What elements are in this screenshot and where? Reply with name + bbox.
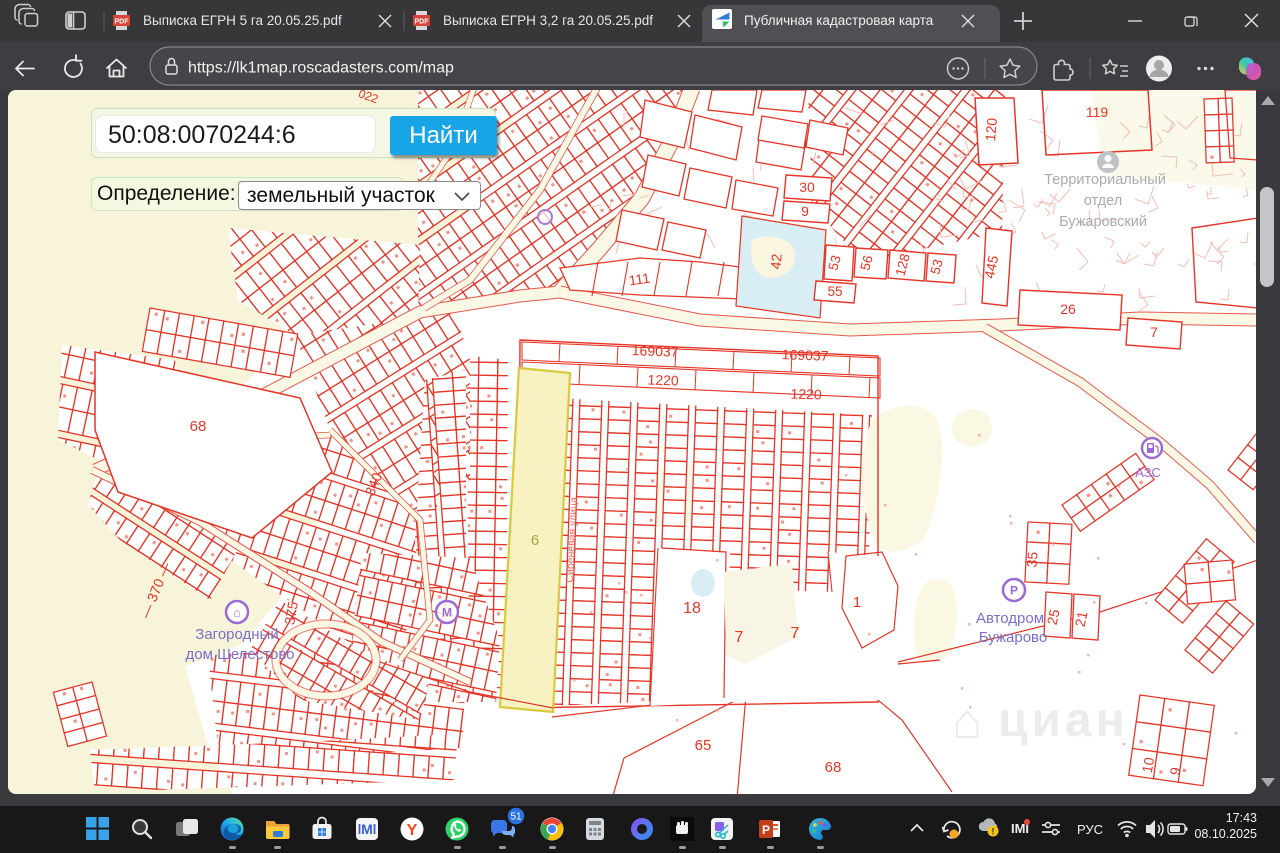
svg-text:10: 10 — [1139, 756, 1157, 774]
svg-text:РУС: РУС — [1077, 822, 1103, 837]
svg-text:P: P — [762, 823, 770, 837]
svg-text:АЗС: АЗС — [1135, 465, 1161, 480]
svg-text:35: 35 — [1023, 551, 1040, 568]
svg-text:⌂: ⌂ — [233, 606, 240, 620]
svg-text:7: 7 — [735, 629, 744, 646]
svg-text:111: 111 — [628, 270, 652, 289]
svg-text:68: 68 — [190, 418, 207, 435]
svg-text:Бужаровский: Бужаровский — [1059, 214, 1147, 230]
svg-text:!: ! — [992, 827, 995, 837]
svg-text:120: 120 — [982, 117, 1000, 142]
svg-text:18: 18 — [683, 600, 701, 617]
svg-text:9: 9 — [801, 203, 809, 219]
svg-text:https://lk1map.roscadasters.co: https://lk1map.roscadasters.com/map — [188, 60, 454, 77]
svg-text:08.10.2025: 08.10.2025 — [1194, 827, 1257, 841]
svg-text:7: 7 — [1150, 324, 1158, 340]
svg-text:циан: циан — [998, 694, 1129, 747]
svg-text:дом Шелестово: дом Шелестово — [186, 646, 295, 663]
svg-text:42: 42 — [767, 253, 784, 270]
svg-text:Загородный: Загородный — [195, 626, 278, 643]
svg-text:PDF: PDF — [415, 19, 430, 26]
svg-text:Публичная кадастровая карта: Публичная кадастровая карта — [744, 13, 934, 28]
svg-text:1220: 1220 — [790, 385, 822, 402]
svg-text:PDF: PDF — [115, 19, 130, 26]
svg-text:M: M — [361, 821, 373, 837]
svg-text:169037: 169037 — [782, 346, 829, 364]
svg-text:55: 55 — [827, 284, 842, 299]
svg-text:1220: 1220 — [647, 371, 679, 388]
svg-text:отдел: отдел — [1084, 193, 1122, 209]
svg-text:17:43: 17:43 — [1226, 811, 1257, 825]
svg-text:Автодром: Автодром — [976, 610, 1044, 627]
svg-text:68: 68 — [825, 759, 842, 776]
svg-text:6: 6 — [531, 532, 539, 549]
svg-text:26: 26 — [1060, 301, 1076, 317]
svg-text:M: M — [442, 606, 452, 620]
svg-text:Территориальный: Территориальный — [1044, 172, 1166, 188]
svg-text:Выписка ЕГРН 5 га 20.05.25.pdf: Выписка ЕГРН 5 га 20.05.25.pdf — [143, 13, 342, 28]
svg-text:65: 65 — [695, 737, 712, 754]
svg-text:30: 30 — [799, 179, 815, 195]
svg-text:Выписка ЕГРН 3,2 га 20.05.25.p: Выписка ЕГРН 3,2 га 20.05.25.pdf — [443, 13, 653, 28]
svg-text:P: P — [1010, 584, 1018, 598]
svg-text:⌂: ⌂ — [952, 693, 982, 749]
svg-text:Y: Y — [407, 822, 418, 839]
svg-text:Бужарово: Бужарово — [979, 629, 1047, 646]
svg-text:51: 51 — [510, 812, 522, 823]
svg-text:1: 1 — [853, 594, 861, 611]
svg-text:119: 119 — [1086, 104, 1109, 120]
svg-text:7: 7 — [791, 625, 800, 642]
